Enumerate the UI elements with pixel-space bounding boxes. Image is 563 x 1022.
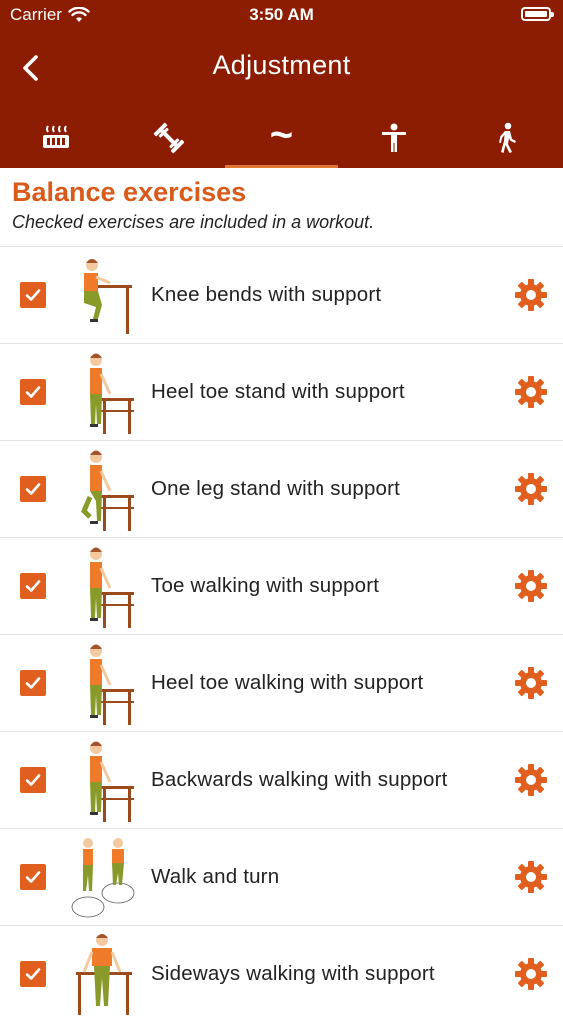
exercise-checkbox[interactable] xyxy=(20,864,46,890)
list-item[interactable]: Knee bends with support xyxy=(0,246,563,343)
tab-warmup[interactable] xyxy=(0,108,113,168)
exercise-checkbox[interactable] xyxy=(20,670,46,696)
list-item[interactable]: Heel toe stand with support xyxy=(0,343,563,440)
gear-icon xyxy=(515,473,547,505)
battery-icon xyxy=(521,7,554,21)
exercise-label: Walk and turn xyxy=(151,865,280,888)
exercise-illustration xyxy=(90,547,134,628)
stretch-person-icon xyxy=(382,123,407,152)
gear-icon xyxy=(515,376,547,408)
checkmark-icon xyxy=(25,483,41,495)
exercise-settings-button[interactable] xyxy=(513,568,549,604)
checkmark-icon xyxy=(25,774,41,786)
app-header: Carrier 3:50 AM Adjustment ~ xyxy=(0,0,563,168)
navigation-bar: Adjustment xyxy=(0,38,563,94)
tab-endurance[interactable] xyxy=(450,108,563,168)
list-item[interactable]: Toe walking with support xyxy=(0,537,563,634)
dumbbell-icon xyxy=(153,122,185,154)
checkmark-icon xyxy=(25,871,41,883)
exercise-settings-button[interactable] xyxy=(513,374,549,410)
exercise-checkbox[interactable] xyxy=(20,767,46,793)
gear-icon xyxy=(515,667,547,699)
checkmark-icon xyxy=(25,677,41,689)
list-item[interactable]: Heel toe walking with support xyxy=(0,634,563,731)
exercise-label: Sideways walking with support xyxy=(151,962,435,985)
list-item[interactable]: Walk and turn xyxy=(0,828,563,925)
exercise-illustration xyxy=(76,934,132,1015)
exercise-label: One leg stand with support xyxy=(151,477,401,500)
exercise-illustration xyxy=(90,353,134,434)
status-bar: Carrier 3:50 AM xyxy=(0,0,563,30)
list-item[interactable]: Sideways walking with support xyxy=(0,925,563,1022)
exercise-settings-button[interactable] xyxy=(513,471,549,507)
list-item[interactable]: One leg stand with support xyxy=(0,440,563,537)
exercise-label: Heel toe stand with support xyxy=(151,380,405,403)
exercise-checkbox[interactable] xyxy=(20,282,46,308)
exercise-label: Heel toe walking with support xyxy=(151,671,424,694)
exercise-illustration xyxy=(84,259,132,334)
checkmark-icon xyxy=(25,386,41,398)
list-item[interactable]: Backwards walking with support xyxy=(0,731,563,828)
exercise-checkbox[interactable] xyxy=(20,961,46,987)
exercise-label: Knee bends with support xyxy=(151,283,382,306)
exercise-settings-button[interactable] xyxy=(513,956,549,992)
exercise-checkbox[interactable] xyxy=(20,379,46,405)
tab-stretching[interactable] xyxy=(338,108,451,168)
gear-icon xyxy=(515,861,547,893)
exercise-illustration xyxy=(81,450,134,531)
walking-person-icon xyxy=(498,122,516,153)
checkmark-icon xyxy=(25,289,41,301)
exercise-illustration xyxy=(90,741,134,822)
tab-balance[interactable]: ~ xyxy=(225,108,338,168)
gear-icon xyxy=(515,570,547,602)
section-header: Balance exercises Checked exercises are … xyxy=(12,177,551,233)
exercise-settings-button[interactable] xyxy=(513,859,549,895)
checkmark-icon xyxy=(25,968,41,980)
heating-icon xyxy=(43,125,70,148)
exercise-checkbox[interactable] xyxy=(20,573,46,599)
tab-strength[interactable] xyxy=(113,108,226,168)
status-time: 3:50 AM xyxy=(249,5,314,24)
section-title: Balance exercises xyxy=(12,177,247,207)
exercise-settings-button[interactable] xyxy=(513,762,549,798)
gear-icon xyxy=(515,958,547,990)
exercise-settings-button[interactable] xyxy=(513,277,549,313)
exercise-list: Knee bends with support Heel toe stand w… xyxy=(0,246,563,1022)
gear-icon xyxy=(515,279,547,311)
exercise-illustration xyxy=(90,644,134,725)
page-title: Adjustment xyxy=(212,50,351,80)
battery-level-fill xyxy=(525,11,547,17)
tilde-balance-icon: ~ xyxy=(269,113,294,157)
gear-icon xyxy=(515,764,547,796)
exercise-illustration xyxy=(71,838,135,918)
exercise-label: Backwards walking with support xyxy=(151,768,448,791)
exercise-checkbox[interactable] xyxy=(20,476,46,502)
section-subtitle: Checked exercises are included in a work… xyxy=(12,211,375,232)
category-tabs: ~ xyxy=(0,108,563,168)
checkmark-icon xyxy=(25,580,41,592)
exercise-label: Toe walking with support xyxy=(151,574,380,597)
exercise-settings-button[interactable] xyxy=(513,665,549,701)
